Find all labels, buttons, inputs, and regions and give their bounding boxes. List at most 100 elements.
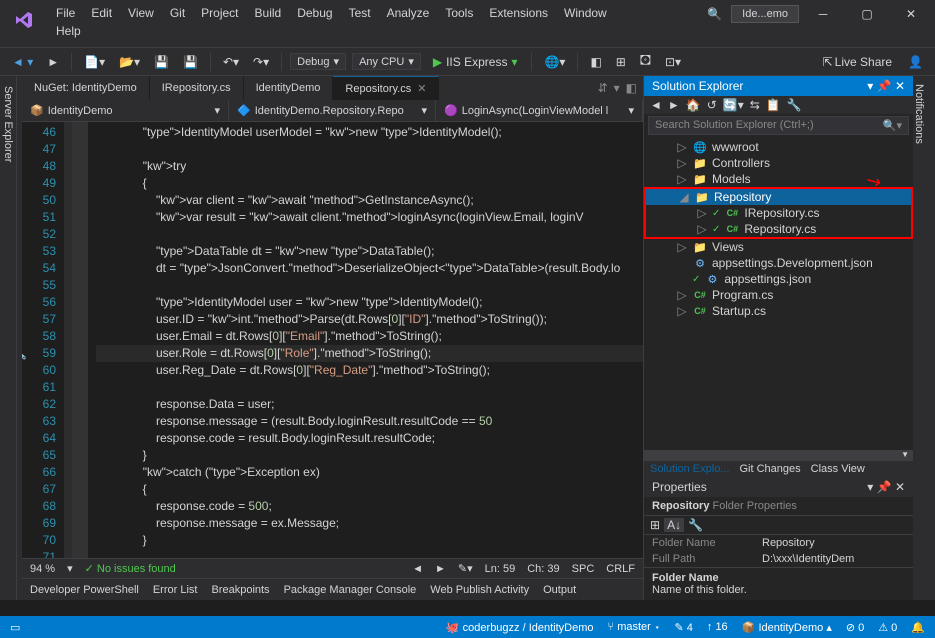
tree-appsettings[interactable]: ✓⚙appsettings.json [644,271,913,287]
menu-file[interactable]: File [48,4,83,22]
panel-close-icon[interactable]: ✕ [895,79,905,93]
indent-mode[interactable]: SPC [572,563,595,575]
solution-tree[interactable]: ▷🌐wwwroot ▷📁Controllers ▷📁Models ↘ ◢📁Rep… [644,137,913,450]
show-all-icon[interactable]: 📋 [766,98,781,112]
close-tab-icon[interactable]: ✕ [417,82,426,95]
zoom-level[interactable]: 94 % [30,563,55,575]
tab-menu-icon[interactable]: ▾ [614,81,620,95]
line-number[interactable]: Ln: 59 [485,563,516,575]
alpha-sort-icon[interactable]: A↓ [664,518,684,532]
notification-bell-icon[interactable]: 🔔 [911,621,925,634]
categorize-icon[interactable]: ⊞ [650,518,660,532]
branch-name[interactable]: ⑂ master ▾ [608,621,661,633]
pencil-icon[interactable]: ✎▾ [458,562,473,575]
tab-add-icon[interactable]: ◧ [626,81,637,95]
panel-close-icon[interactable]: ✕ [895,480,905,494]
tab-developer-powershell[interactable]: Developer PowerShell [30,584,139,596]
nav-icon[interactable]: ◄ [412,563,423,575]
panel-dropdown-icon[interactable]: ▾ [867,79,873,93]
server-explorer-tab[interactable]: Server Explorer [0,76,17,600]
issues-status[interactable]: ✓ No issues found [85,562,176,575]
menu-tools[interactable]: Tools [437,4,481,22]
panel-pin-icon[interactable]: 📌 [877,79,892,93]
menu-view[interactable]: View [120,4,162,22]
prop-folder-name[interactable]: Folder NameRepository [644,535,913,551]
new-project-button[interactable]: 📄▾ [80,53,109,71]
solution-search-input[interactable]: Search Solution Explorer (Ctrl+;)🔍▾ [648,116,909,135]
menu-debug[interactable]: Debug [289,4,340,22]
tab-error-list[interactable]: Error List [153,584,198,596]
tab-identitydemo[interactable]: IdentityDemo [244,76,334,100]
code-content[interactable]: "type">IdentityModel userModel = "kw">ne… [88,122,643,558]
nav-icon[interactable]: ► [435,563,446,575]
menu-window[interactable]: Window [556,4,615,22]
account-icon[interactable]: 👤 [904,53,927,71]
menu-git[interactable]: Git [162,4,193,22]
maximize-button[interactable]: ▢ [847,0,887,28]
code-editor[interactable]: 4647484950515253545556575859🔧60616263646… [22,122,643,558]
menu-project[interactable]: Project [193,4,246,22]
error-count[interactable]: ⊘ 0 [846,621,864,634]
scroll-down-icon[interactable]: ▼ [901,450,909,460]
run-button[interactable]: ▶ IIS Express ▾ [427,53,524,71]
tree-program[interactable]: ▷C#Program.cs [644,287,913,303]
tab-package-manager[interactable]: Package Manager Console [284,584,417,596]
back-icon[interactable]: ◄ [650,98,662,112]
tab-repository[interactable]: Repository.cs ✕ [333,76,439,100]
tool-3-icon[interactable]: 🖸 [636,49,655,74]
collapse-icon[interactable]: ⇆ [750,98,760,112]
line-ending[interactable]: CRLF [606,563,635,575]
home-icon[interactable]: 🏠 [686,98,701,112]
prop-full-path[interactable]: Full PathD:\xxx\IdentityDem [644,551,913,567]
notifications-tab[interactable]: Notifications [913,84,925,600]
props-icon[interactable]: 🔧 [787,98,802,112]
search-icon[interactable]: 🔍 [707,7,727,21]
warning-count[interactable]: ⚠ 0 [878,621,897,634]
context-member-dropdown[interactable]: 🟣 LoginAsync(LoginViewModel l ▾ [436,100,643,121]
redo-button[interactable]: ↷▾ [249,53,273,71]
tab-solution-explorer[interactable]: Solution Explo... [650,463,730,475]
wrench-icon[interactable]: 🔧 [688,518,703,532]
tree-startup[interactable]: ▷C#Startup.cs [644,303,913,319]
menu-help[interactable]: Help [48,22,707,40]
tab-irepository[interactable]: IRepository.cs [150,76,244,100]
menu-build[interactable]: Build [247,4,290,22]
tab-breakpoints[interactable]: Breakpoints [211,584,269,596]
context-project-dropdown[interactable]: 📦 IdentityDemo ▾ [22,100,229,121]
panel-pin-icon[interactable]: 📌 [877,480,892,494]
fwd-icon[interactable]: ► [668,98,680,112]
tool-2-icon[interactable]: ⊞ [612,53,630,71]
sync-icon[interactable]: ↺ [707,98,717,112]
context-class-dropdown[interactable]: 🔷 IdentityDemo.Repository.Repo ▾ [229,100,436,121]
tab-overflow-icon[interactable]: ⇵ [598,81,608,95]
tab-git-changes[interactable]: Git Changes [740,463,801,475]
minimize-button[interactable]: ─ [803,0,843,28]
menu-analyze[interactable]: Analyze [379,4,438,22]
menu-test[interactable]: Test [341,4,379,22]
pending-changes[interactable]: ✎ 4 [674,621,692,634]
menu-edit[interactable]: Edit [83,4,120,22]
save-button[interactable]: 💾 [150,53,173,71]
browse-button[interactable]: 🌐▾ [540,53,569,71]
tab-nuget[interactable]: NuGet: IdentityDemo [22,76,150,100]
nav-forward-button[interactable]: ► [43,53,63,71]
unpushed-commits[interactable]: ↑ 16 [707,621,728,633]
solution-name[interactable]: 📦 IdentityDemo ▴ [742,621,832,634]
refresh-icon[interactable]: 🔄▾ [723,98,744,112]
tree-repository-file[interactable]: ▷✓C#Repository.cs [646,221,911,237]
nav-back-button[interactable]: ◄ ▾ [8,53,37,71]
close-button[interactable]: ✕ [891,0,931,28]
tab-class-view[interactable]: Class View [811,463,865,475]
tree-appsettings-dev[interactable]: ⚙appsettings.Development.json [644,255,913,271]
tree-views[interactable]: ▷📁Views [644,239,913,255]
tool-1-icon[interactable]: ◧ [586,53,605,71]
save-all-button[interactable]: 💾 [179,53,202,71]
tool-4-icon[interactable]: ⊡▾ [661,53,685,71]
config-dropdown[interactable]: Debug ▾ [290,53,346,70]
panel-dropdown-icon[interactable]: ▾ [867,480,873,494]
tree-wwwroot[interactable]: ▷🌐wwwroot [644,139,913,155]
menu-extensions[interactable]: Extensions [481,4,556,22]
live-share-button[interactable]: ⇱ Live Share [819,53,896,71]
tab-web-publish[interactable]: Web Publish Activity [430,584,529,596]
undo-button[interactable]: ↶▾ [219,53,243,71]
